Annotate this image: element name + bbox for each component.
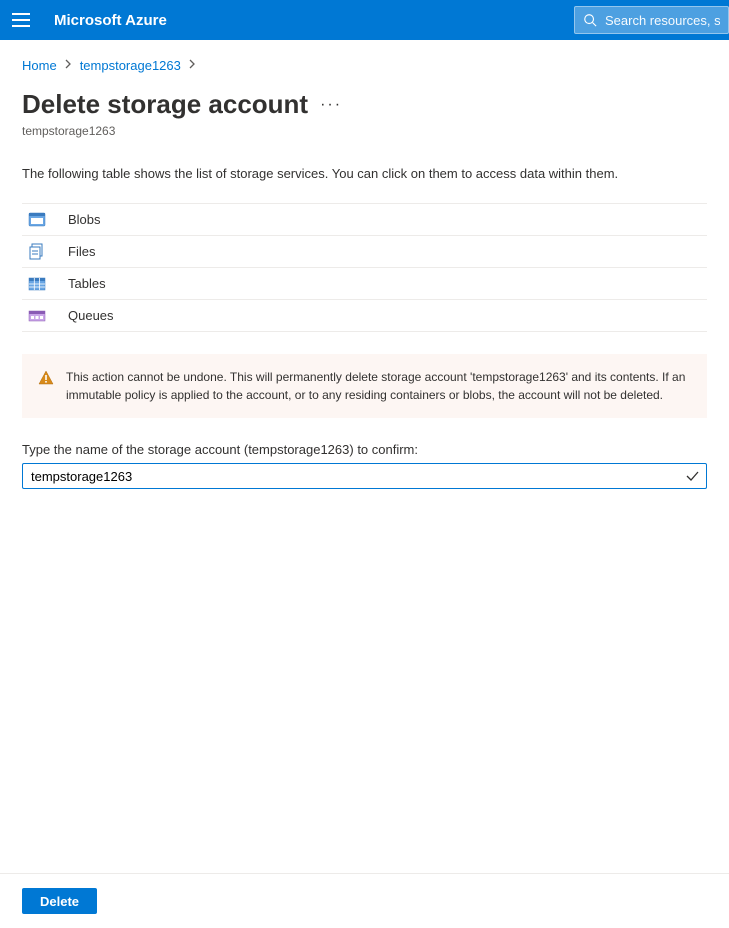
breadcrumb-home[interactable]: Home: [22, 58, 57, 73]
chevron-right-icon: [65, 59, 72, 72]
breadcrumb: Home tempstorage1263: [22, 58, 707, 73]
service-label: Blobs: [68, 212, 101, 227]
global-search-input[interactable]: [605, 13, 720, 28]
tables-icon: [28, 275, 46, 293]
search-icon: [583, 13, 597, 27]
page-description: The following table shows the list of st…: [22, 166, 707, 181]
service-label: Files: [68, 244, 95, 259]
page-subtitle: tempstorage1263: [22, 124, 707, 138]
service-row-tables[interactable]: Tables: [22, 268, 707, 300]
service-list: Blobs Files Tables: [22, 203, 707, 332]
topbar: Microsoft Azure: [0, 0, 729, 40]
global-search[interactable]: [574, 6, 729, 34]
brand-label: Microsoft Azure: [54, 12, 167, 29]
confirm-input-label: Type the name of the storage account (te…: [22, 442, 707, 457]
blobs-icon: [28, 211, 46, 229]
service-row-files[interactable]: Files: [22, 236, 707, 268]
service-row-queues[interactable]: Queues: [22, 300, 707, 332]
more-actions-button[interactable]: ···: [320, 96, 342, 118]
footer-bar: Delete: [0, 873, 729, 928]
delete-button[interactable]: Delete: [22, 888, 97, 914]
service-label: Queues: [68, 308, 114, 323]
warning-text: This action cannot be undone. This will …: [66, 368, 691, 404]
service-label: Tables: [68, 276, 106, 291]
files-icon: [28, 243, 46, 261]
chevron-right-icon: [189, 59, 196, 72]
confirm-name-input[interactable]: [22, 463, 707, 489]
main-content: Home tempstorage1263 Delete storage acco…: [0, 40, 729, 873]
menu-toggle-button[interactable]: [12, 13, 30, 27]
service-row-blobs[interactable]: Blobs: [22, 204, 707, 236]
page-title: Delete storage account: [22, 89, 308, 120]
checkmark-icon: [685, 469, 699, 483]
warning-banner: This action cannot be undone. This will …: [22, 354, 707, 418]
breadcrumb-resource[interactable]: tempstorage1263: [80, 58, 181, 73]
warning-icon: [38, 370, 54, 386]
queues-icon: [28, 307, 46, 325]
